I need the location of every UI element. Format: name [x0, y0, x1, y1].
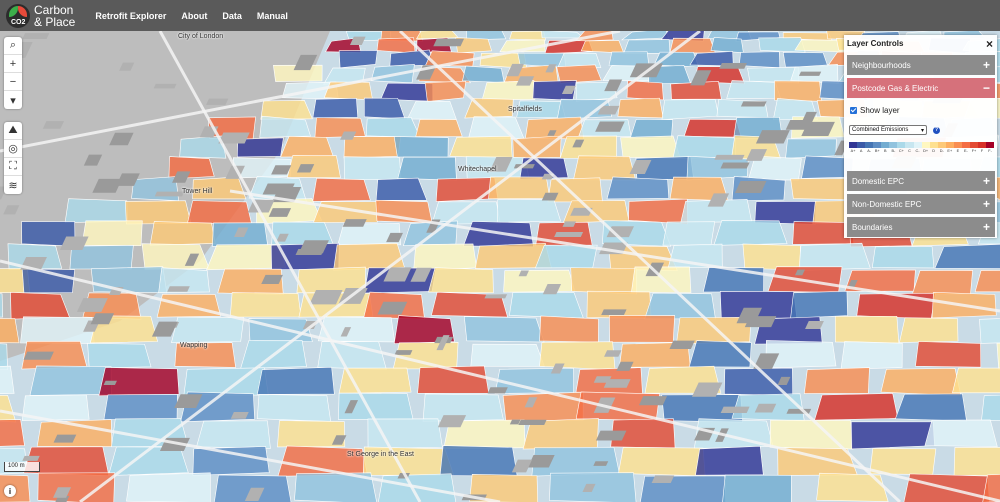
- nav-link-data[interactable]: Data: [222, 11, 242, 21]
- collapse-icon[interactable]: −: [983, 81, 990, 95]
- map-tool-controls: ⛰ ◎ ⛶ ≋: [4, 122, 22, 194]
- show-layer-toggle[interactable]: Show layer: [850, 106, 900, 115]
- legend-label: F: [980, 149, 984, 153]
- legend-color-bar: [849, 142, 995, 148]
- expand-icon[interactable]: +: [983, 58, 990, 72]
- logo-icon: CO2: [6, 3, 30, 28]
- section-neighbourhoods[interactable]: Neighbourhoods +: [847, 55, 995, 75]
- expand-icon[interactable]: +: [983, 220, 990, 234]
- legend-swatch: [929, 142, 938, 148]
- legend-labels: A+ A A- B+ B B- C+ C C- D+ D D- E+ E E- F+ F F-: [849, 149, 994, 153]
- section-label: Boundaries: [852, 222, 893, 232]
- legend-label: D: [932, 149, 936, 153]
- label-tower-hill: Tower Hill: [182, 188, 213, 195]
- legend-label: E+: [947, 149, 953, 153]
- legend-swatch: [881, 142, 890, 148]
- brand-line2: & Place: [34, 14, 76, 29]
- metric-select-value: Combined Emissions: [852, 127, 909, 133]
- section-label: Domestic EPC: [852, 176, 905, 186]
- scale-bar: 100 m: [4, 462, 40, 472]
- brand-logo[interactable]: CO2 Carbon & Place: [6, 0, 75, 31]
- legend-swatch: [865, 142, 874, 148]
- legend-label: D-: [939, 149, 944, 153]
- legend-label: B-: [891, 149, 896, 153]
- map-nav-controls: ⌕ + − ▾: [4, 37, 22, 109]
- legend-swatch: [889, 142, 898, 148]
- legend-swatch: [969, 142, 978, 148]
- logo-badge: CO2: [11, 18, 26, 26]
- legend-swatch: [953, 142, 962, 148]
- zoom-in-icon[interactable]: +: [4, 55, 22, 73]
- nav-link-retrofit-explorer[interactable]: Retrofit Explorer: [95, 11, 166, 21]
- legend-swatch: [857, 142, 866, 148]
- legend-label: C-: [915, 149, 920, 153]
- layer-controls-panel: Layer Controls × Neighbourhoods + Postcode…: [844, 35, 997, 238]
- legend-swatch: [986, 142, 995, 148]
- section-domestic-epc[interactable]: Domestic EPC +: [847, 171, 995, 191]
- brand-name: Carbon & Place: [34, 4, 75, 28]
- legend-swatch: [897, 142, 906, 148]
- legend-swatch: [913, 142, 922, 148]
- metric-select[interactable]: Combined Emissions ▾: [849, 125, 927, 135]
- legend-label: D+: [923, 149, 929, 153]
- locate-icon[interactable]: ◎: [4, 140, 22, 158]
- info-icon[interactable]: i: [4, 485, 16, 497]
- nav-menu: Retrofit Explorer About Data Manual: [95, 11, 303, 21]
- legend-label: B: [884, 149, 887, 153]
- panel-header: Layer Controls ×: [844, 35, 997, 52]
- expand-icon[interactable]: +: [983, 174, 990, 188]
- section-label: Postcode Gas & Electric: [852, 83, 939, 93]
- legend-swatch: [849, 142, 858, 148]
- search-icon[interactable]: ⌕: [4, 37, 22, 55]
- legend-swatch: [905, 142, 914, 148]
- section-postcode-gas-electric[interactable]: Postcode Gas & Electric −: [847, 78, 995, 98]
- label-city-of-london: City of London: [178, 33, 224, 40]
- close-icon[interactable]: ×: [986, 37, 993, 51]
- legend-label: E: [956, 149, 960, 153]
- metric-select-row: Combined Emissions ▾?: [849, 125, 940, 135]
- legend-swatch: [873, 142, 882, 148]
- fullscreen-icon[interactable]: ⛶: [4, 158, 22, 176]
- label-spitalfields: Spitalfields: [508, 106, 542, 113]
- show-layer-label: Show layer: [860, 106, 900, 115]
- chevron-down-icon: ▾: [920, 127, 924, 134]
- label-whitechapel: Whitechapel: [458, 166, 497, 173]
- section-label: Non-Domestic EPC: [852, 199, 922, 209]
- legend-swatch: [961, 142, 970, 148]
- nav-link-about[interactable]: About: [181, 11, 207, 21]
- checkbox-icon[interactable]: [850, 107, 857, 114]
- legend-label: F+: [971, 149, 977, 153]
- help-icon[interactable]: ?: [933, 126, 940, 134]
- expand-icon[interactable]: +: [983, 197, 990, 211]
- section-label: Neighbourhoods: [852, 60, 911, 70]
- legend-swatch: [921, 142, 930, 148]
- legend-label: C: [908, 149, 911, 153]
- terrain-icon[interactable]: ⛰: [4, 122, 22, 140]
- panel-title: Layer Controls: [847, 39, 904, 48]
- compass-icon[interactable]: ▾: [4, 91, 22, 109]
- legend-label: A+: [850, 149, 856, 153]
- zoom-out-icon[interactable]: −: [4, 73, 22, 91]
- legend-swatch: [937, 142, 946, 148]
- label-wapping: Wapping: [180, 342, 208, 349]
- legend-label: A-: [867, 149, 872, 153]
- section-non-domestic-epc[interactable]: Non-Domestic EPC +: [847, 194, 995, 214]
- legend-label: A: [859, 149, 863, 153]
- layers-icon[interactable]: ≋: [4, 176, 22, 194]
- section-boundaries[interactable]: Boundaries +: [847, 217, 995, 237]
- legend-swatch: [945, 142, 954, 148]
- legend-label: E-: [964, 149, 968, 153]
- label-st-george: St George in the East: [347, 451, 414, 458]
- brand-line1: Carbon: [34, 2, 74, 17]
- nav-link-manual[interactable]: Manual: [257, 11, 288, 21]
- legend-swatch: [978, 142, 987, 148]
- legend-label: B+: [874, 149, 880, 153]
- postcode-layer-options: Show layer Combined Emissions ▾? A+ A A- B+ B B-…: [844, 98, 997, 168]
- legend-label: C+: [898, 149, 904, 153]
- legend-label: F-: [988, 149, 992, 153]
- top-navbar: CO2 Carbon & Place Retrofit Explorer Abou…: [0, 0, 1000, 31]
